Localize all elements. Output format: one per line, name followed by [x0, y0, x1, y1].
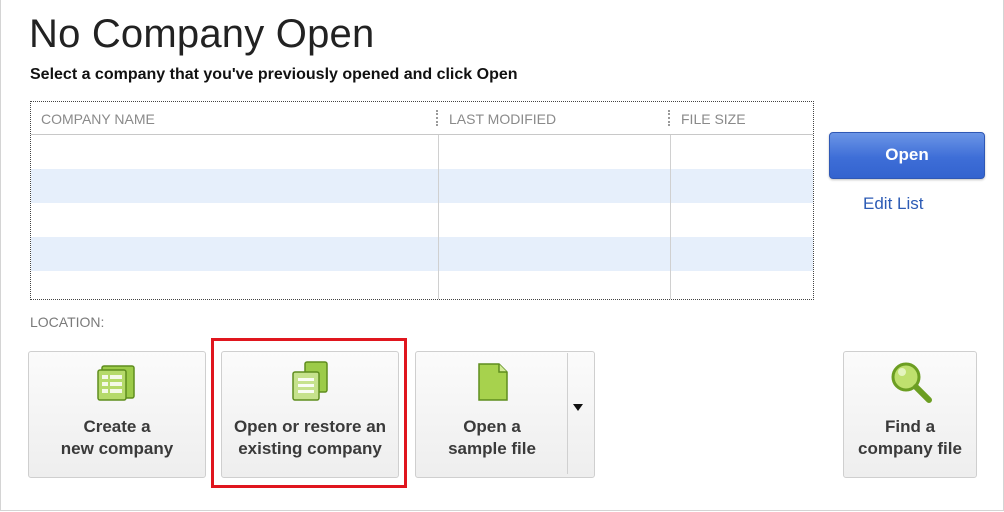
open-sample-label: Open a sample file	[416, 416, 568, 460]
open-sample-file-button[interactable]: Open a sample file	[415, 351, 595, 478]
company-list-table[interactable]: COMPANY NAME LAST MODIFIED FILE SIZE	[30, 101, 814, 300]
column-resize-handle[interactable]	[668, 110, 672, 126]
create-line2: new company	[60, 439, 174, 458]
create-company-button[interactable]: Create a new company	[28, 351, 206, 478]
highlight-box	[211, 338, 407, 488]
table-row[interactable]	[31, 203, 813, 237]
no-company-dialog: No Company Open Select a company that yo…	[0, 0, 1004, 511]
find-company-label: Find a company file	[844, 416, 976, 460]
page-subtitle: Select a company that you've previously …	[30, 66, 518, 83]
sample-line2: sample file	[448, 439, 536, 458]
page-title: No Company Open	[29, 12, 375, 56]
find-line2: company file	[858, 439, 962, 458]
column-divider	[670, 135, 671, 299]
column-header-company-name[interactable]: COMPANY NAME	[41, 111, 155, 127]
create-line1: Create a	[83, 417, 151, 436]
dropdown-arrow-icon[interactable]	[573, 404, 583, 411]
create-company-label: Create a new company	[29, 416, 205, 460]
table-row[interactable]	[31, 135, 813, 169]
table-row[interactable]	[31, 271, 813, 299]
edit-list-link[interactable]: Edit List	[863, 194, 923, 214]
sample-file-icon	[471, 360, 515, 404]
find-line1: Find a	[884, 417, 936, 436]
column-header-last-modified[interactable]: LAST MODIFIED	[449, 111, 556, 127]
open-button-label: Open	[885, 145, 929, 164]
find-company-file-button[interactable]: Find a company file	[843, 351, 977, 478]
magnifier-icon	[889, 360, 933, 404]
column-header-file-size[interactable]: FILE SIZE	[681, 111, 746, 127]
column-divider	[438, 135, 439, 299]
open-button[interactable]: Open	[829, 132, 985, 179]
location-label: LOCATION:	[30, 314, 105, 330]
company-grid-icon	[96, 360, 140, 404]
sample-split-divider	[567, 353, 568, 474]
table-row[interactable]	[31, 169, 813, 203]
column-resize-handle[interactable]	[436, 110, 440, 126]
table-header: COMPANY NAME LAST MODIFIED FILE SIZE	[31, 102, 813, 135]
table-row[interactable]	[31, 237, 813, 271]
sample-line1: Open a	[463, 417, 521, 436]
